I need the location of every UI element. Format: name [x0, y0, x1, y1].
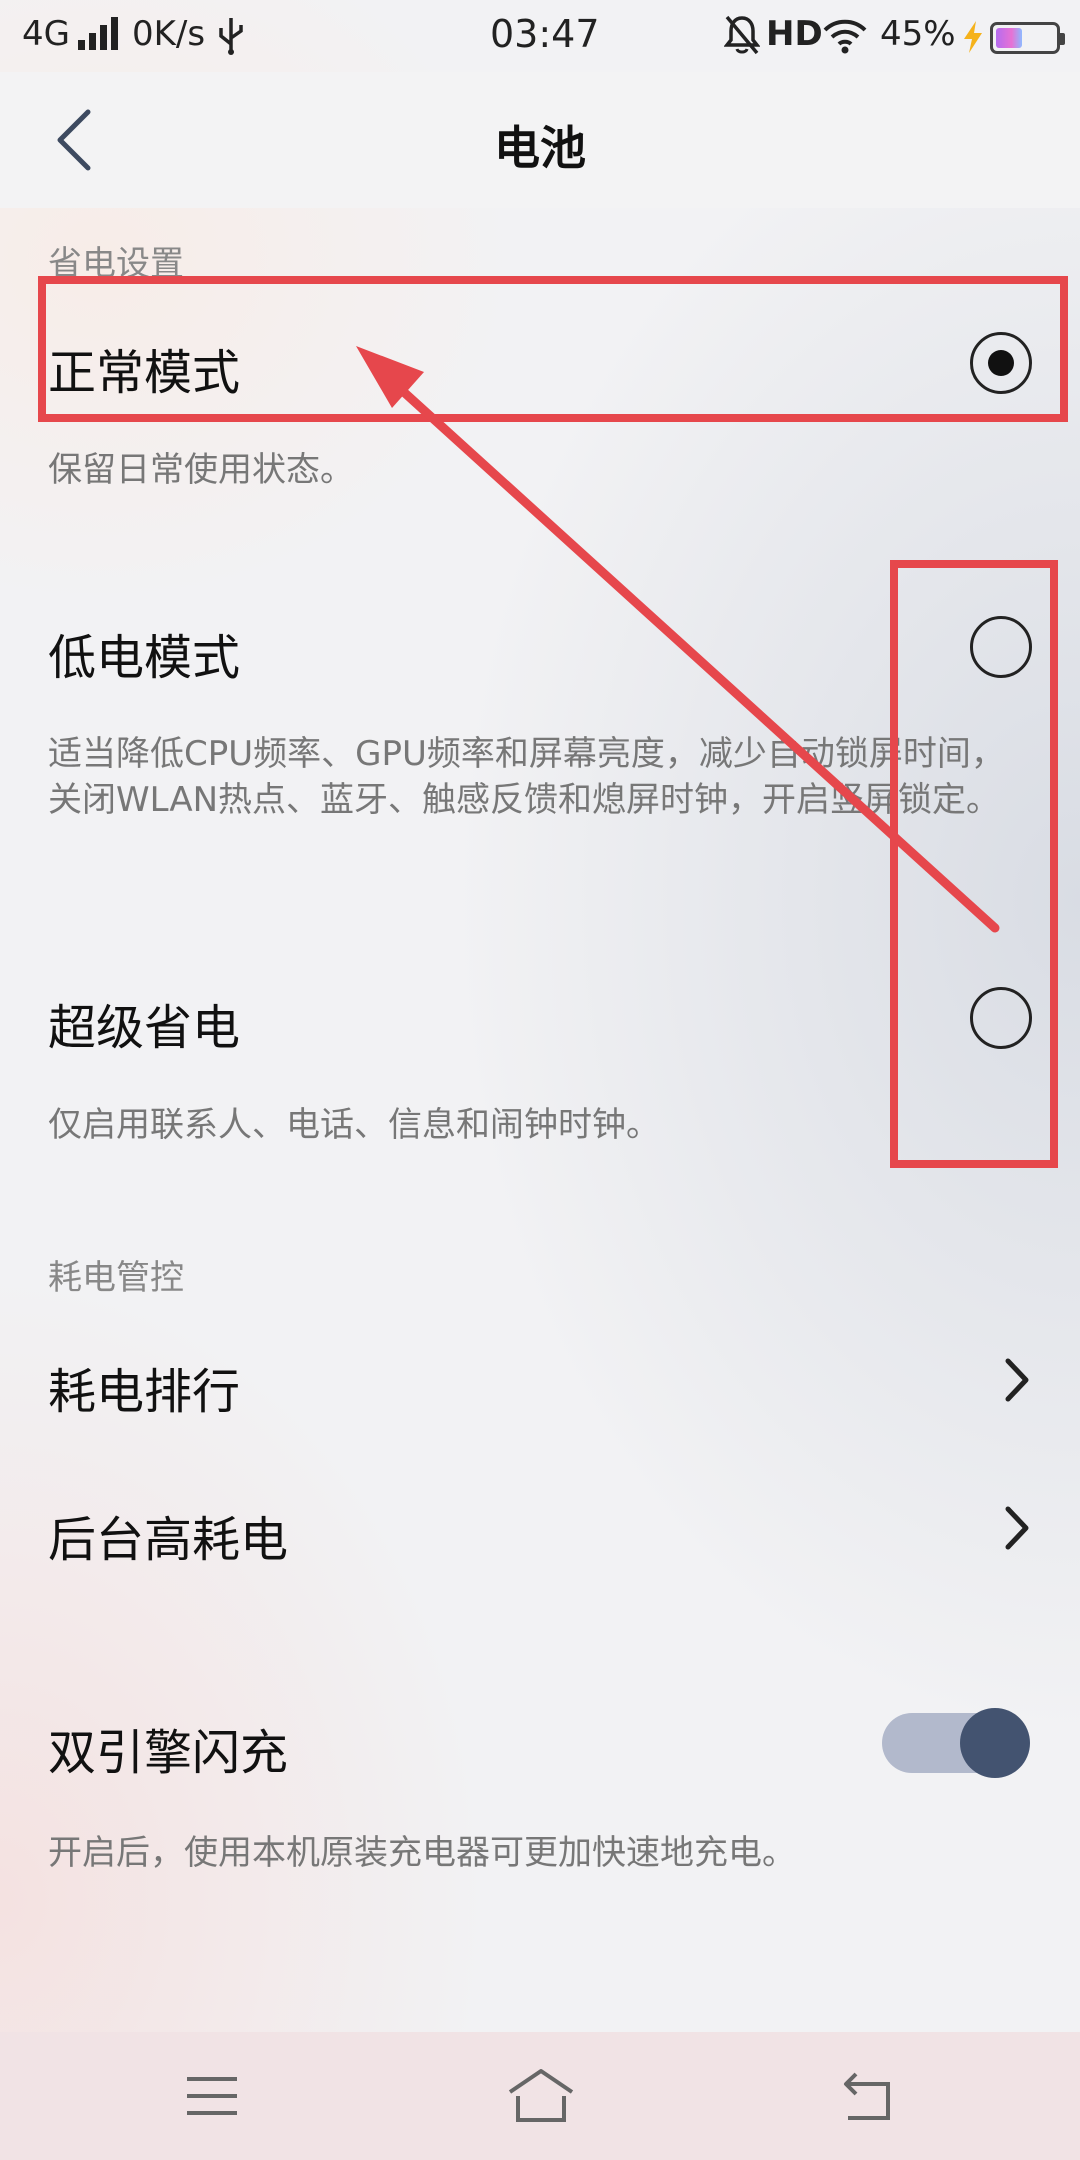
home-icon[interactable]	[506, 2066, 576, 2126]
back-icon[interactable]	[838, 2066, 898, 2126]
menu-icon[interactable]	[182, 2066, 242, 2126]
annotation-arrow	[356, 346, 1000, 933]
navigation-bar	[0, 2032, 1080, 2160]
